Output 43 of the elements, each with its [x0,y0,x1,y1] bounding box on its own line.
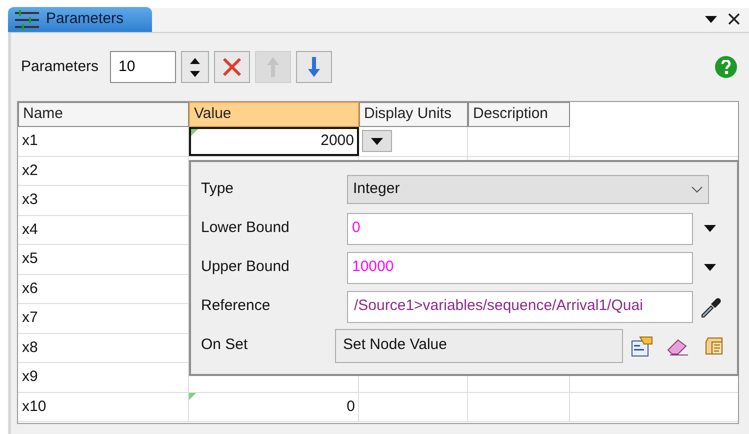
type-dropdown[interactable]: Integer [347,175,709,204]
field-label: Reference [201,296,272,316]
panel-menu-button[interactable] [705,13,717,25]
up-arrow-icon [266,57,279,77]
move-down-button[interactable] [296,51,332,83]
value-cell[interactable]: 2000 [189,127,359,156]
close-icon [728,13,740,25]
field-label: Upper Bound [201,257,290,278]
column-header[interactable]: Name [18,102,189,127]
corner-marker-icon [191,129,198,136]
help-icon [721,60,731,74]
delete-icon [222,57,242,77]
scroll-icon [703,334,725,356]
sliders-icon [14,10,40,30]
reference-field[interactable]: /Source1>variables/sequence/Arrival1/Quai [347,290,693,322]
units-dropdown-button[interactable] [362,130,392,152]
parameters-tab[interactable]: Parameters [8,7,152,32]
corner-marker-icon [189,392,196,400]
caret-icon [371,138,383,145]
close-button[interactable] [727,12,741,26]
name-cell: x1 [18,127,189,156]
field-label: Type [201,179,235,200]
field-label: Lower Bound [201,218,290,238]
help-button[interactable] [715,56,737,78]
field-label: On Set [201,335,249,356]
up-caret-icon [190,58,200,64]
value-cell[interactable]: 0 [189,392,359,421]
down-caret-icon [190,70,200,76]
delete-button[interactable] [214,51,250,83]
caret-icon [704,225,716,232]
column-header[interactable]: Description [468,102,570,127]
properties-icon [630,334,654,356]
chevron-down-icon [691,186,703,193]
column-header[interactable]: Display Units [359,102,468,127]
spin-button[interactable] [180,51,209,83]
count-field[interactable]: 10 [110,51,176,83]
parameters-label: Parameters [21,56,99,77]
column-header[interactable]: Value [189,102,359,127]
on-set-field[interactable]: Set Node Value [335,328,623,362]
caret-icon [704,264,716,271]
caret-icon [705,16,717,22]
eyedropper-icon [699,296,721,318]
down-arrow-icon [308,57,320,77]
